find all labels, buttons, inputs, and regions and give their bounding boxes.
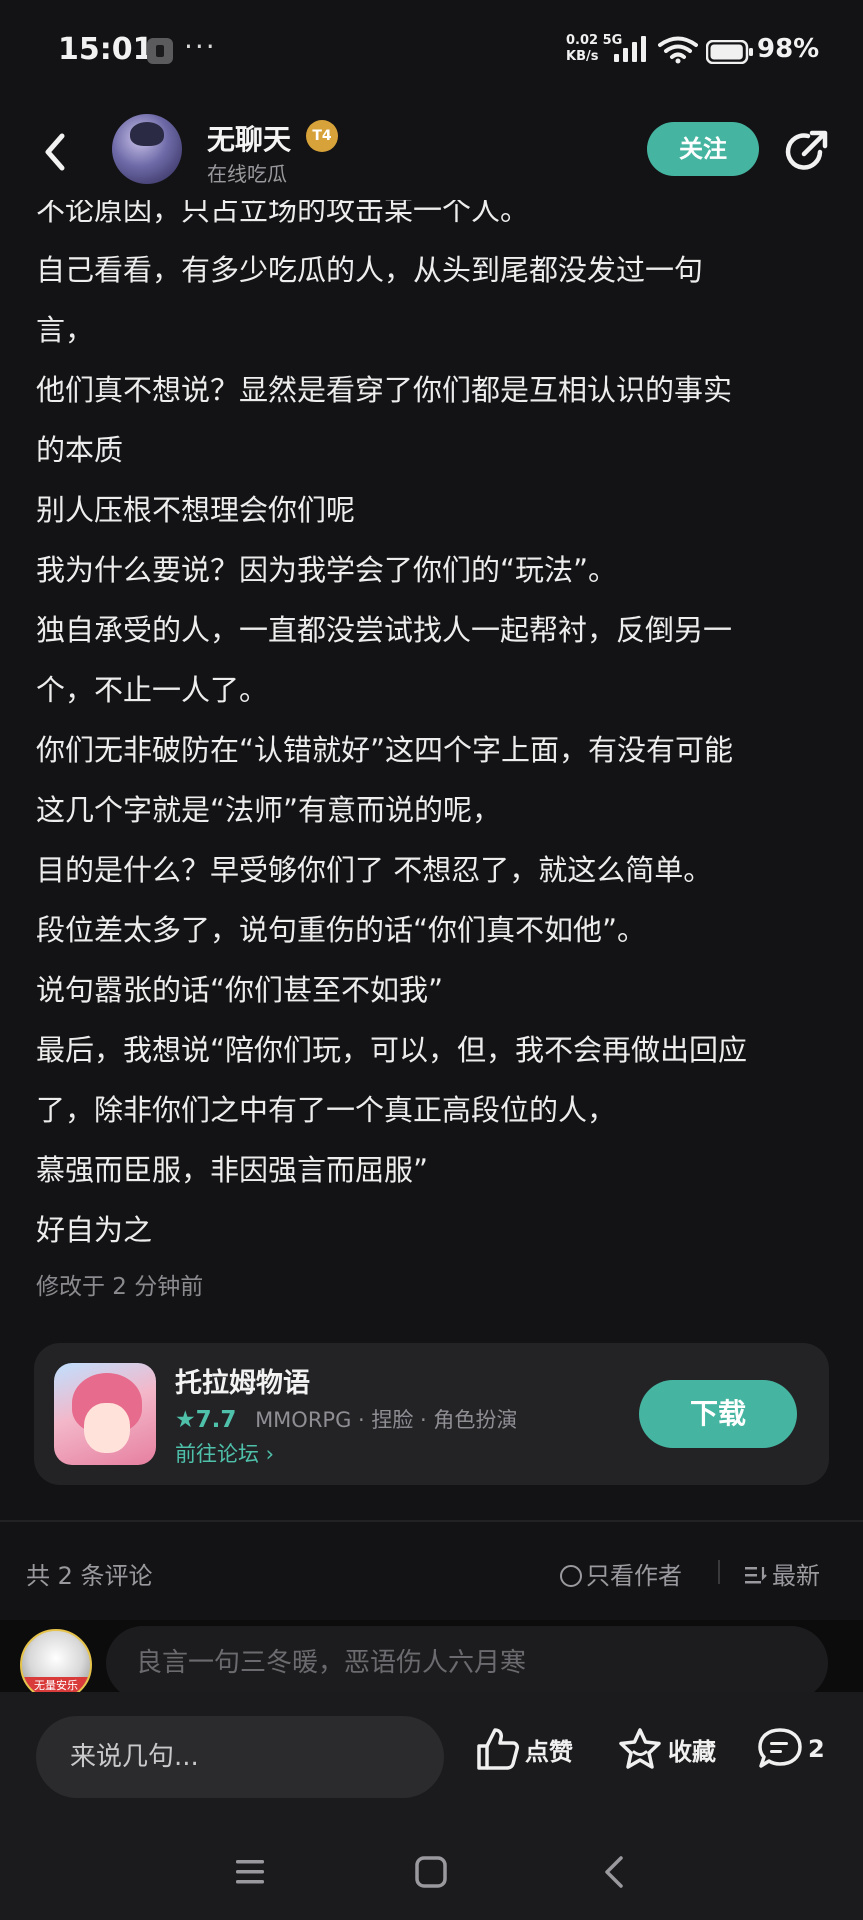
post-body-line: 独自承受的人，一直都没尝试找人一起帮衬，反倒另一 bbox=[36, 613, 733, 647]
game-card[interactable]: 托拉姆物语 ★7.7 MMORPG · 捏脸 · 角色扮演 前往论坛 › 下载 bbox=[34, 1343, 829, 1485]
sort-newest-label: 最新 bbox=[772, 1562, 820, 1590]
section-divider bbox=[0, 1520, 863, 1522]
post-body: 不论原因，只占立场的攻击某一个人。 自己看看，有多少吃瓜的人，从头到尾都没发过一句… bbox=[36, 180, 836, 1260]
post-body-line: 别人压根不想理会你们呢 bbox=[36, 493, 356, 527]
comment-count: 2 bbox=[808, 1735, 825, 1763]
share-icon[interactable] bbox=[782, 126, 832, 176]
notification-app-icon bbox=[147, 38, 173, 64]
post-body-line: 个，不止一人了。 bbox=[36, 673, 269, 707]
comment-bubble-icon bbox=[758, 1728, 802, 1768]
star-icon bbox=[619, 1728, 661, 1769]
comments-header: 共 2 条评论 只看作者 最新 bbox=[0, 1530, 863, 1610]
commenter-avatar[interactable]: 无量安乐 bbox=[20, 1629, 92, 1701]
menu-icon[interactable] bbox=[230, 1852, 270, 1892]
back-icon[interactable] bbox=[595, 1852, 635, 1892]
follow-button[interactable]: 关注 bbox=[647, 122, 759, 176]
thumbs-up-icon bbox=[477, 1728, 519, 1770]
comment-button[interactable]: 2 bbox=[756, 1726, 825, 1776]
author-avatar[interactable] bbox=[112, 114, 182, 184]
post-body-line: 好自为之 bbox=[36, 1213, 153, 1247]
sort-newest-button[interactable]: 最新 bbox=[744, 1556, 820, 1591]
post-body-line: 慕强而臣服，非因强言而屈服” bbox=[36, 1153, 429, 1187]
network-speed-value: 0.02 bbox=[566, 33, 599, 48]
network-speed-unit: KB/s bbox=[566, 49, 599, 64]
post-body-line: 目的是什么？早受够你们了 不想忍了，就这么简单。 bbox=[36, 853, 713, 887]
post-body-line: 最后，我想说“陪你们玩，可以，但，我不会再做出回应 bbox=[36, 1033, 748, 1067]
comment-entry-row: 无量安乐 良言一句三冬暖，恶语伤人六月寒 bbox=[0, 1620, 863, 1701]
author-subtitle: 在线吃瓜 bbox=[207, 162, 287, 186]
like-label: 点赞 bbox=[525, 1737, 573, 1766]
comment-count-label: 共 2 条评论 bbox=[26, 1562, 153, 1590]
battery-percent: 98% bbox=[757, 34, 820, 64]
battery-fill bbox=[710, 44, 743, 60]
back-arrow-icon[interactable] bbox=[36, 128, 76, 176]
status-time: 15:01 bbox=[58, 32, 154, 67]
game-tags: MMORPG · 捏脸 · 角色扮演 bbox=[255, 1408, 518, 1432]
download-button[interactable]: 下载 bbox=[639, 1380, 797, 1448]
game-meta: ★7.7 MMORPG · 捏脸 · 角色扮演 bbox=[175, 1404, 517, 1434]
post-body-line: 你们无非破防在“认错就好”这四个字上面，有没有可能 bbox=[36, 733, 734, 767]
favorite-button[interactable]: 收藏 bbox=[616, 1726, 716, 1776]
game-icon[interactable] bbox=[54, 1363, 156, 1465]
post-body-line: 他们真不想说？显然是看穿了你们都是互相认识的事实 bbox=[36, 373, 733, 407]
like-button[interactable]: 点赞 bbox=[475, 1726, 573, 1776]
bottom-action-bar: 来说几句... 点赞 收藏 2 bbox=[0, 1692, 863, 1824]
post-body-line: 段位差太多了，说句重伤的话“你们真不如他”。 bbox=[36, 913, 647, 947]
post-body-line: 的本质 bbox=[36, 433, 124, 467]
say-something-input[interactable]: 来说几句... bbox=[36, 1716, 444, 1798]
author-name[interactable]: 无聊天 bbox=[207, 118, 291, 158]
favorite-label: 收藏 bbox=[668, 1737, 716, 1766]
forum-link[interactable]: 前往论坛 › bbox=[175, 1438, 274, 1468]
status-bar: 15:01 ··· 0.02 5G KB/s 98% bbox=[0, 0, 863, 104]
level-badge: T4 bbox=[306, 120, 338, 152]
system-nav-bar bbox=[0, 1824, 863, 1920]
post-body-line: 了，除非你们之中有了一个真正高段位的人， bbox=[36, 1093, 617, 1127]
signal-icon bbox=[614, 36, 646, 62]
post-body-line: 自己看看，有多少吃瓜的人，从头到尾都没发过一句 bbox=[36, 253, 704, 287]
post-body-line: 言， bbox=[36, 313, 95, 347]
home-icon[interactable] bbox=[411, 1852, 451, 1892]
game-name[interactable]: 托拉姆物语 bbox=[175, 1361, 310, 1400]
divider bbox=[718, 1560, 720, 1584]
post-header: 无聊天 T4 在线吃瓜 关注 bbox=[0, 104, 863, 200]
post-body-line: 说句嚣张的话“你们甚至不如我” bbox=[36, 973, 444, 1007]
screen: 15:01 ··· 0.02 5G KB/s 98% 无聊天 T4 在线吃瓜 关… bbox=[0, 0, 863, 1920]
sort-icon bbox=[745, 1567, 767, 1584]
only-author-toggle[interactable]: 只看作者 bbox=[560, 1556, 682, 1591]
modified-time: 修改于 2 分钟前 bbox=[36, 1274, 204, 1300]
game-rating: ★7.7 bbox=[175, 1407, 237, 1433]
post-body-line: 这几个字就是“法师”有意而说的呢， bbox=[36, 793, 502, 827]
more-notifications-icon: ··· bbox=[184, 30, 217, 63]
battery-icon bbox=[706, 40, 753, 64]
radio-circle-icon bbox=[560, 1565, 582, 1587]
comment-input[interactable]: 良言一句三冬暖，恶语伤人六月寒 bbox=[106, 1626, 828, 1700]
only-author-label: 只看作者 bbox=[586, 1562, 682, 1590]
wifi-icon bbox=[658, 36, 698, 64]
post-body-line: 我为什么要说？因为我学会了你们的“玩法”。 bbox=[36, 553, 618, 587]
